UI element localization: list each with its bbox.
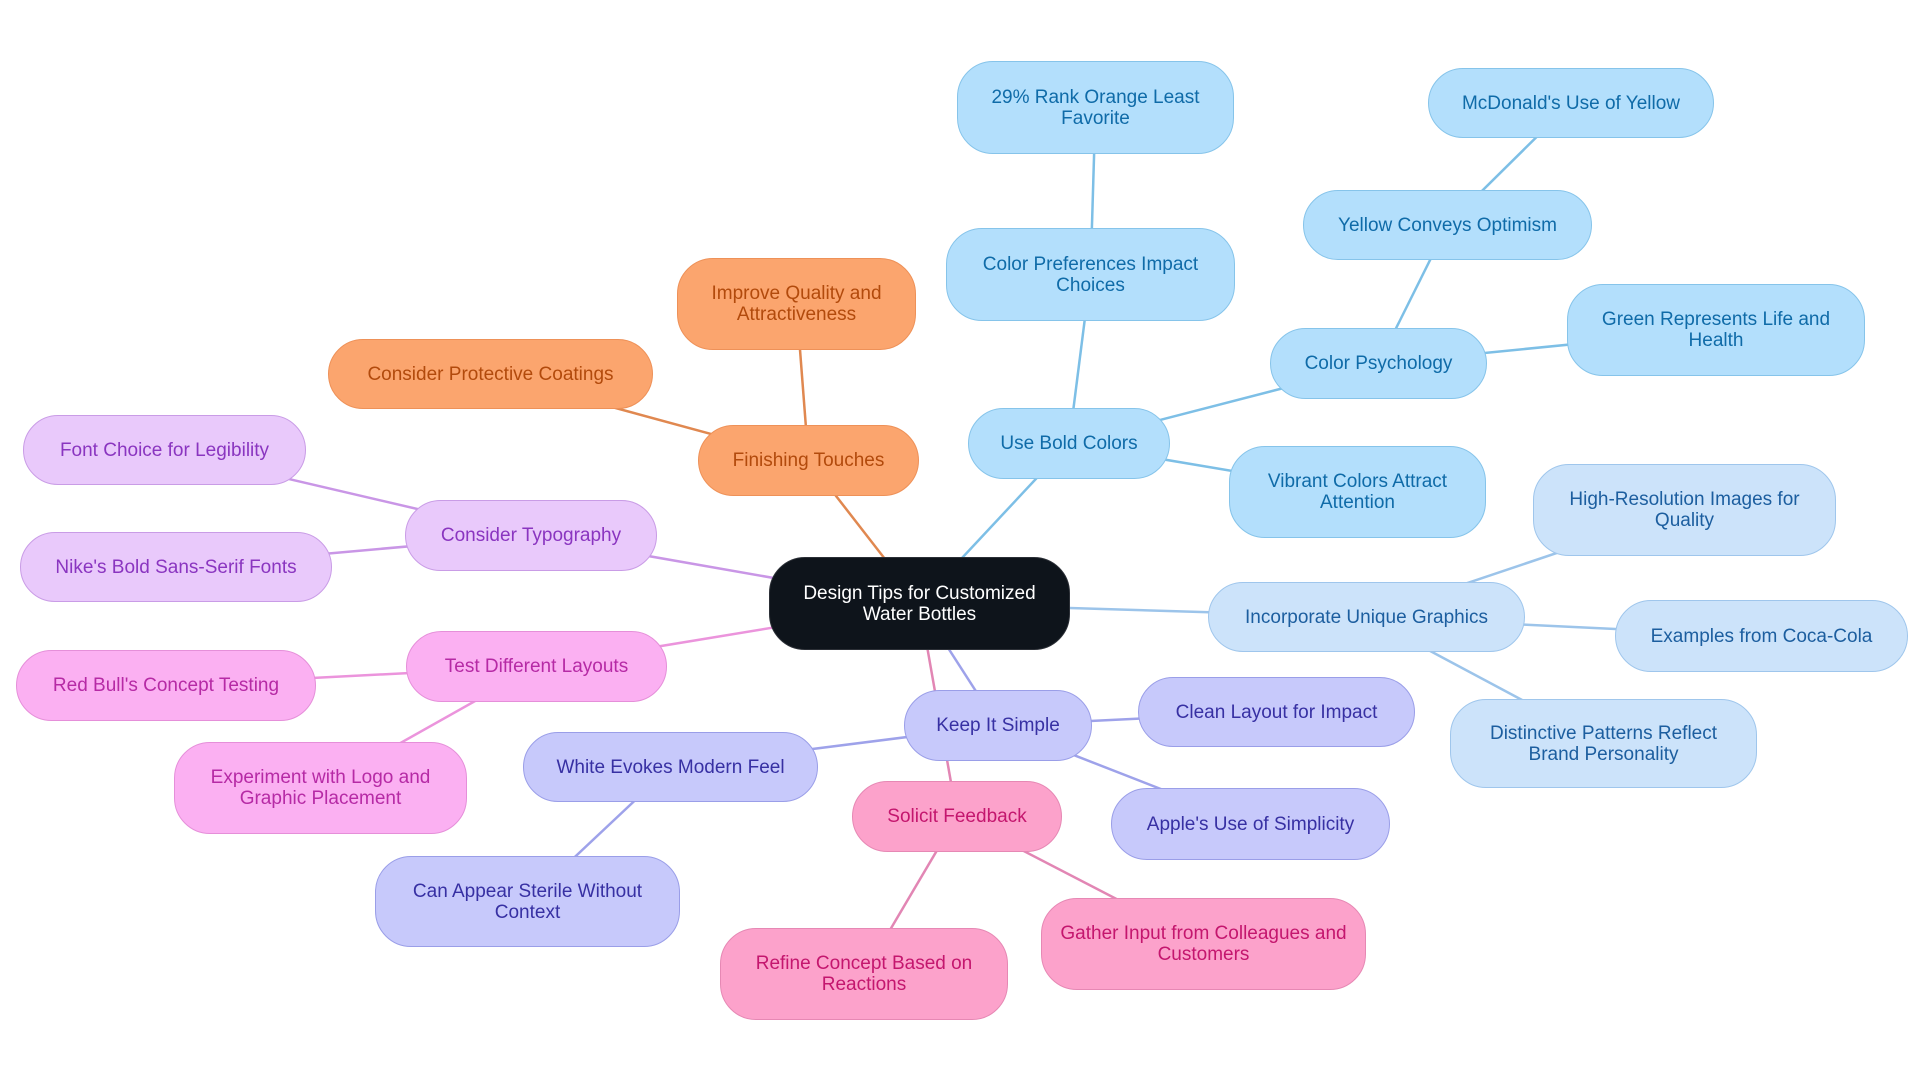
node-label: Apple's Use of Simplicity — [1146, 813, 1355, 835]
node-label: 29% Rank Orange Least Favorite — [991, 86, 1200, 129]
node-label: Refine Concept Based on Reactions — [755, 953, 973, 995]
node-clean[interactable]: Clean Layout for Impact — [1138, 677, 1415, 747]
node-label: Consider Protective Coatings — [367, 363, 614, 385]
node-layouts[interactable]: Test Different Layouts — [406, 631, 667, 702]
node-label: McDonald's Use of Yellow — [1461, 92, 1681, 114]
node-redbull[interactable]: Red Bull's Concept Testing — [16, 650, 316, 721]
node-label: Distinctive Patterns Reflect Brand Perso… — [1489, 722, 1718, 765]
node-label: Can Appear Sterile Without Context — [412, 880, 643, 923]
node-coke[interactable]: Examples from Coca-Cola — [1615, 600, 1908, 672]
node-yellow[interactable]: Yellow Conveys Optimism — [1303, 190, 1592, 260]
node-label: Keep It Simple — [936, 715, 1060, 736]
node-white[interactable]: White Evokes Modern Feel — [523, 732, 818, 802]
node-label: Finishing Touches — [732, 450, 885, 471]
node-experiment[interactable]: Experiment with Logo and Graphic Placeme… — [174, 742, 467, 834]
node-apple[interactable]: Apple's Use of Simplicity — [1111, 788, 1390, 860]
node-orange[interactable]: 29% Rank Orange Least Favorite — [957, 61, 1234, 154]
node-label: Design Tips for Customized Water Bottles — [803, 582, 1036, 625]
node-label: Incorporate Unique Graphics — [1245, 606, 1488, 628]
node-hires[interactable]: High-Resolution Images for Quality — [1533, 464, 1836, 556]
node-feedback[interactable]: Solicit Feedback — [852, 781, 1062, 852]
node-label: Font Choice for Legibility — [59, 439, 270, 461]
node-gather[interactable]: Gather Input from Colleagues and Custome… — [1041, 898, 1366, 990]
node-label: Yellow Conveys Optimism — [1338, 214, 1557, 236]
node-label: Test Different Layouts — [444, 656, 629, 677]
node-label: Consider Typography — [440, 525, 622, 546]
node-simple[interactable]: Keep It Simple — [904, 690, 1092, 761]
node-prefs[interactable]: Color Preferences Impact Choices — [946, 228, 1235, 321]
node-label: Color Psychology — [1304, 353, 1453, 374]
node-label: Gather Input from Colleagues and Custome… — [1060, 923, 1347, 965]
node-label: Experiment with Logo and Graphic Placeme… — [210, 767, 431, 809]
node-vibrant[interactable]: Vibrant Colors Attract Attention — [1229, 446, 1486, 538]
node-coatings[interactable]: Consider Protective Coatings — [328, 339, 653, 409]
node-typography[interactable]: Consider Typography — [405, 500, 657, 571]
node-label: Green Represents Life and Health — [1601, 309, 1831, 351]
node-mcd[interactable]: McDonald's Use of Yellow — [1428, 68, 1714, 138]
node-improve[interactable]: Improve Quality and Attractiveness — [677, 258, 916, 350]
node-label: Clean Layout for Impact — [1175, 701, 1378, 723]
node-psych[interactable]: Color Psychology — [1270, 328, 1487, 399]
node-label: White Evokes Modern Feel — [556, 756, 785, 778]
node-green[interactable]: Green Represents Life and Health — [1567, 284, 1865, 376]
node-finishing[interactable]: Finishing Touches — [698, 425, 919, 496]
node-fontchoice[interactable]: Font Choice for Legibility — [23, 415, 306, 485]
node-sterile[interactable]: Can Appear Sterile Without Context — [375, 856, 680, 947]
node-label: Color Preferences Impact Choices — [982, 253, 1199, 296]
node-label: Use Bold Colors — [1000, 433, 1138, 454]
root-node[interactable]: Design Tips for Customized Water Bottles — [769, 557, 1070, 650]
node-label: Solicit Feedback — [887, 806, 1027, 827]
node-label: Examples from Coca-Cola — [1650, 625, 1873, 647]
node-nike[interactable]: Nike's Bold Sans-Serif Fonts — [20, 532, 332, 602]
node-label: Red Bull's Concept Testing — [52, 675, 280, 696]
node-label: Improve Quality and Attractiveness — [711, 283, 882, 325]
node-label: Vibrant Colors Attract Attention — [1267, 471, 1448, 513]
node-colors[interactable]: Use Bold Colors — [968, 408, 1170, 479]
node-label: High-Resolution Images for Quality — [1569, 489, 1800, 531]
node-graphics[interactable]: Incorporate Unique Graphics — [1208, 582, 1525, 652]
node-label: Nike's Bold Sans-Serif Fonts — [55, 556, 297, 578]
node-refine[interactable]: Refine Concept Based on Reactions — [720, 928, 1008, 1020]
node-patterns[interactable]: Distinctive Patterns Reflect Brand Perso… — [1450, 699, 1757, 788]
